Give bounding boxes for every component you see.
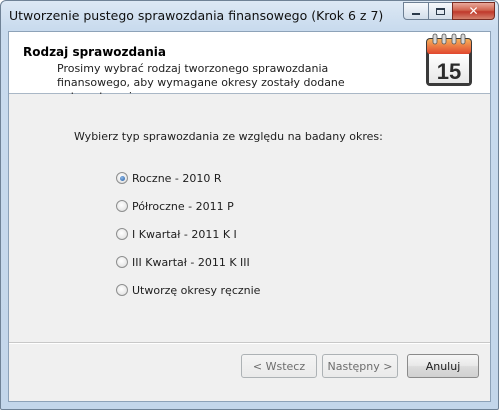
- option-label: III Kwartał - 2011 K III: [132, 255, 250, 269]
- radio-button[interactable]: [116, 256, 128, 268]
- option-label: Utworzę okresy ręcznie: [132, 283, 261, 297]
- title-bar[interactable]: Utworzenie pustego sprawozdania finansow…: [1, 1, 498, 31]
- minimize-button[interactable]: [403, 2, 429, 20]
- option-manual-periods[interactable]: Utworzę okresy ręcznie: [116, 282, 260, 298]
- option-iii-kwartal[interactable]: III Kwartał - 2011 K III: [116, 254, 250, 270]
- back-button[interactable]: < Wstecz: [241, 354, 317, 378]
- maximize-icon: [436, 7, 445, 15]
- cancel-button[interactable]: Anuluj: [407, 354, 479, 378]
- radio-button[interactable]: [116, 200, 128, 212]
- option-label: Półroczne - 2011 P: [132, 199, 234, 213]
- calendar-icon: 15: [426, 33, 472, 86]
- option-i-kwartal[interactable]: I Kwartał - 2011 K I: [116, 226, 237, 242]
- calendar-day-text: 15: [437, 59, 461, 84]
- step-title: Rodzaj sprawozdania: [23, 45, 166, 59]
- option-label: I Kwartał - 2011 K I: [132, 227, 237, 241]
- radio-button[interactable]: [116, 284, 128, 296]
- option-roczne[interactable]: Roczne - 2010 R: [116, 170, 222, 186]
- wizard-body: Wybierz typ sprawozdania ze względu na b…: [9, 94, 490, 342]
- close-icon: ✕: [468, 4, 479, 18]
- window-title: Utworzenie pustego sprawozdania finansow…: [9, 8, 384, 23]
- radio-button[interactable]: [116, 228, 128, 240]
- report-type-question: Wybierz typ sprawozdania ze względu na b…: [74, 130, 383, 143]
- minimize-icon: [412, 13, 420, 15]
- radio-button[interactable]: [116, 172, 128, 184]
- wizard-header: Rodzaj sprawozdania Prosimy wybrać rodza…: [9, 32, 490, 103]
- next-button[interactable]: Następny >: [322, 354, 398, 378]
- maximize-button[interactable]: [428, 2, 453, 20]
- footer-divider: [9, 342, 490, 344]
- dialog-window: Utworzenie pustego sprawozdania finansow…: [0, 0, 499, 410]
- close-button[interactable]: ✕: [452, 2, 495, 20]
- wizard-client-area: Rodzaj sprawozdania Prosimy wybrać rodza…: [8, 31, 491, 402]
- option-polroczne[interactable]: Półroczne - 2011 P: [116, 198, 234, 214]
- option-label: Roczne - 2010 R: [132, 171, 222, 185]
